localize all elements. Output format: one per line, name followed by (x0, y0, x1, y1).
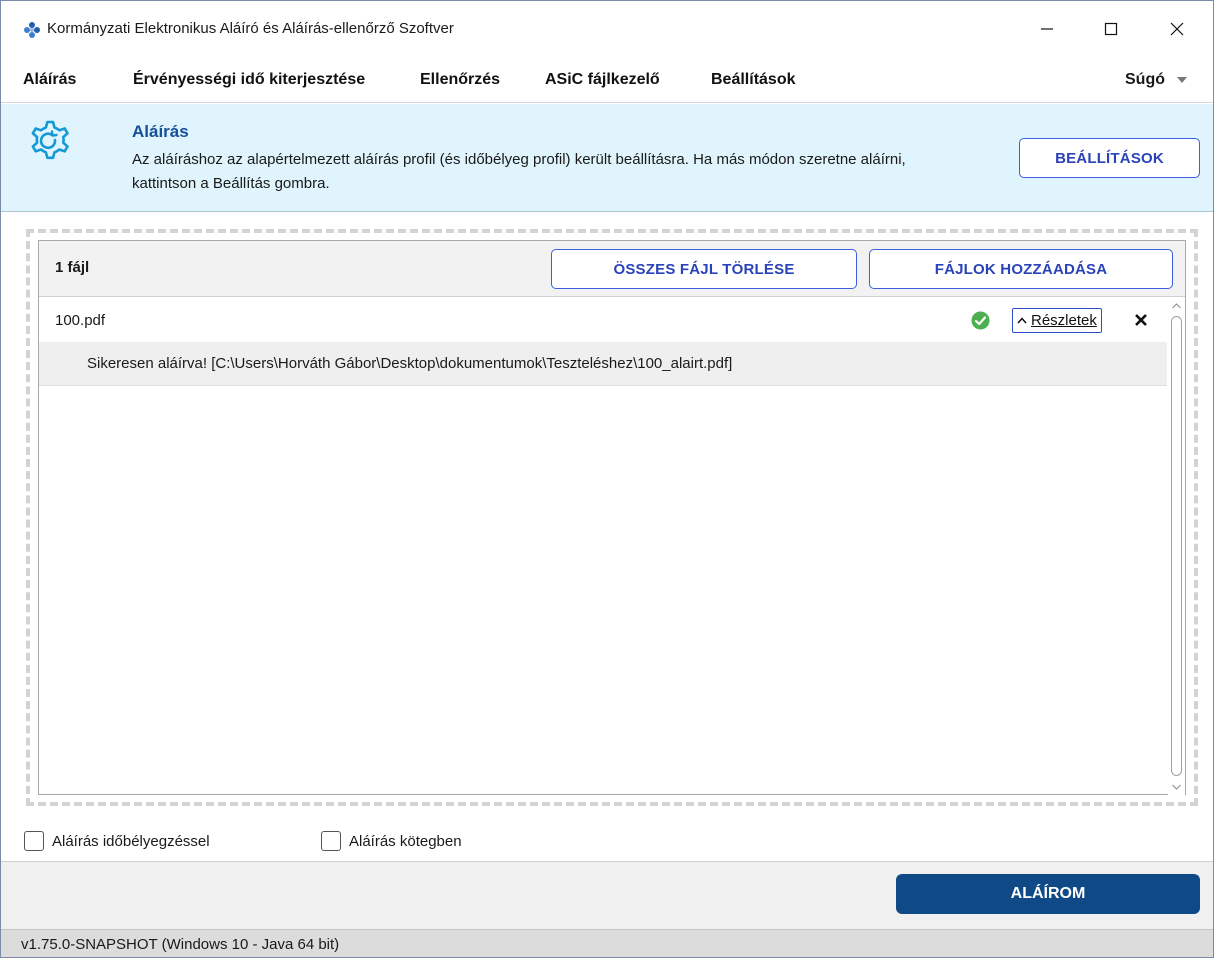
file-row[interactable]: 100.pdf Részletek (39, 298, 1167, 342)
timestamp-label: Aláírás időbélyegzéssel (52, 832, 210, 850)
help-menu[interactable]: Súgó (1125, 71, 1187, 89)
chevron-up-icon (1172, 303, 1181, 309)
action-footer: ALÁÍROM (1, 861, 1213, 929)
info-banner: Aláírás Az aláíráshoz az alapértelmezett… (1, 104, 1213, 212)
app-logo-icon (23, 21, 41, 39)
delete-all-files-button[interactable]: ÖSSZES FÁJL TÖRLÉSE (551, 249, 857, 289)
scroll-up-arrow[interactable] (1168, 298, 1185, 314)
file-list-panel: 1 fájl ÖSSZES FÁJL TÖRLÉSE FÁJLOK HOZZÁA… (38, 240, 1186, 795)
timestamp-option[interactable]: Aláírás időbélyegzéssel (24, 831, 210, 851)
signing-options: Aláírás időbélyegzéssel Aláírás kötegben (1, 821, 1213, 865)
file-detail-row: Sikeresen aláírva! [C:\Users\Horváth Gáb… (39, 342, 1167, 386)
batch-option[interactable]: Aláírás kötegben (321, 831, 462, 851)
details-toggle-button[interactable]: Részletek (1012, 308, 1102, 333)
remove-file-button[interactable] (1132, 311, 1150, 329)
sign-button[interactable]: ALÁÍROM (896, 874, 1200, 914)
title-bar: Kormányzati Elektronikus Aláíró és Aláír… (1, 1, 1213, 57)
window-title: Kormányzati Elektronikus Aláíró és Aláír… (47, 20, 454, 37)
minimize-button[interactable] (1017, 1, 1077, 57)
scroll-thumb[interactable] (1171, 316, 1182, 776)
version-label: v1.75.0-SNAPSHOT (Windows 10 - Java 64 b… (21, 936, 340, 953)
file-list-header: 1 fájl ÖSSZES FÁJL TÖRLÉSE FÁJLOK HOZZÁA… (39, 241, 1185, 297)
close-icon (1170, 22, 1184, 36)
check-circle-icon (971, 311, 990, 330)
add-files-button[interactable]: FÁJLOK HOZZÁADÁSA (869, 249, 1173, 289)
file-detail-message: Sikeresen aláírva! [C:\Users\Horváth Gáb… (87, 355, 733, 372)
menu-item-asic[interactable]: ASiC fájlkezelő (545, 71, 660, 89)
details-label: Részletek (1031, 312, 1097, 329)
chevron-up-icon (1017, 317, 1027, 324)
batch-label: Aláírás kötegben (349, 832, 462, 850)
file-name: 100.pdf (55, 312, 106, 329)
status-bar: v1.75.0-SNAPSHOT (Windows 10 - Java 64 b… (1, 929, 1213, 957)
scroll-down-arrow[interactable] (1168, 779, 1185, 795)
menu-item-ervenyessegi-ido[interactable]: Érvényességi idő kiterjesztése (133, 71, 365, 89)
maximize-icon (1104, 22, 1118, 36)
menu-bar: Aláírás Érvényességi idő kiterjesztése E… (1, 61, 1213, 103)
menu-item-alairas[interactable]: Aláírás (23, 71, 76, 89)
minimize-icon (1041, 28, 1053, 30)
settings-button[interactable]: BEÁLLÍTÁSOK (1019, 138, 1200, 178)
close-window-button[interactable] (1147, 1, 1207, 57)
maximize-button[interactable] (1081, 1, 1141, 57)
close-icon (1135, 314, 1147, 326)
menu-item-ellenorzes[interactable]: Ellenőrzés (420, 71, 500, 89)
vertical-scrollbar[interactable] (1168, 298, 1185, 795)
help-menu-label: Súgó (1125, 71, 1165, 88)
file-count: 1 fájl (55, 259, 90, 276)
banner-message: Az aláíráshoz az alapértelmezett aláírás… (132, 151, 906, 192)
chevron-down-icon (1172, 784, 1181, 790)
chevron-down-icon (1177, 77, 1187, 83)
timestamp-checkbox[interactable] (24, 831, 44, 851)
batch-checkbox[interactable] (321, 831, 341, 851)
menu-item-beallitasok[interactable]: Beállítások (711, 71, 795, 89)
banner-title: Aláírás (132, 122, 189, 141)
app-window: Kormányzati Elektronikus Aláíró és Aláír… (0, 0, 1214, 958)
gear-icon (25, 118, 73, 166)
